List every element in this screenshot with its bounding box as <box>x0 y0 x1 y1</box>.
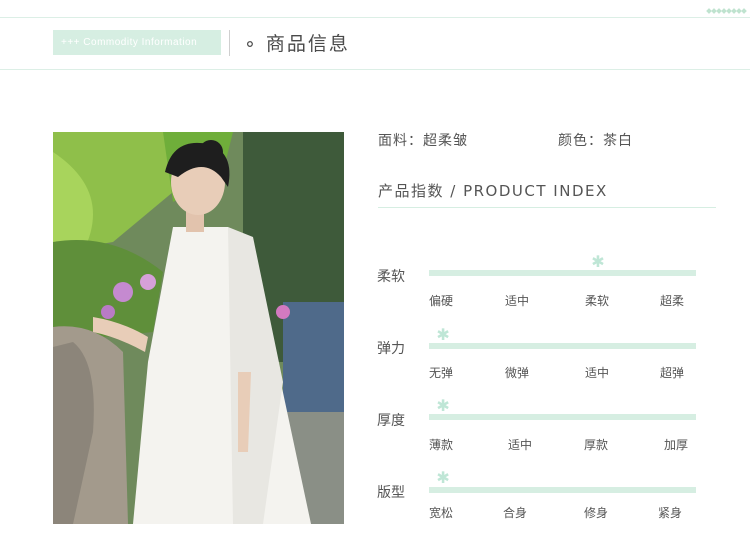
index-option: 合身 <box>503 506 528 520</box>
index-track-thickness <box>429 414 696 420</box>
index-option: 适中 <box>505 294 530 308</box>
index-option: 超柔 <box>660 294 685 308</box>
fabric-info: 面料：超柔皱 <box>378 133 468 149</box>
star-icon: ✱ <box>436 396 450 415</box>
product-index-title: 产品指数 / PRODUCT INDEX <box>378 182 608 200</box>
index-track-elasticity <box>429 343 696 349</box>
star-icon: ✱ <box>436 325 450 344</box>
index-option: 适中 <box>508 438 533 452</box>
star-icon: ✱ <box>436 468 450 487</box>
index-option: 超弹 <box>660 366 685 380</box>
index-option: 偏硬 <box>429 294 454 308</box>
index-track-softness <box>429 270 696 276</box>
index-track-fit <box>429 487 696 493</box>
index-row-label-thickness: 厚度 <box>377 413 405 429</box>
index-option: 加厚 <box>664 438 689 452</box>
index-row-label-fit: 版型 <box>377 485 405 501</box>
index-option: 柔软 <box>585 294 610 308</box>
star-icon: ✱ <box>591 252 605 271</box>
header-top-line <box>0 17 750 18</box>
index-option: 修身 <box>584 506 609 520</box>
page-title: ∘ 商品信息 <box>244 33 350 55</box>
header-bottom-line <box>0 69 750 70</box>
index-option: 适中 <box>585 366 610 380</box>
index-option: 宽松 <box>429 506 454 520</box>
index-option: 紧身 <box>658 506 683 520</box>
commodity-information-tag: +++ Commodity Information <box>53 30 221 55</box>
color-info: 颜色：茶白 <box>558 133 633 149</box>
product-index-underline <box>378 207 716 208</box>
decorative-dots <box>706 8 747 15</box>
index-option: 薄款 <box>429 438 454 452</box>
index-option: 厚款 <box>584 438 609 452</box>
index-row-label-elasticity: 弹力 <box>377 341 405 357</box>
index-option: 微弹 <box>505 366 530 380</box>
index-row-label-softness: 柔软 <box>377 269 405 285</box>
index-option: 无弹 <box>429 366 454 380</box>
header-divider <box>229 30 230 56</box>
product-photo <box>53 132 344 524</box>
